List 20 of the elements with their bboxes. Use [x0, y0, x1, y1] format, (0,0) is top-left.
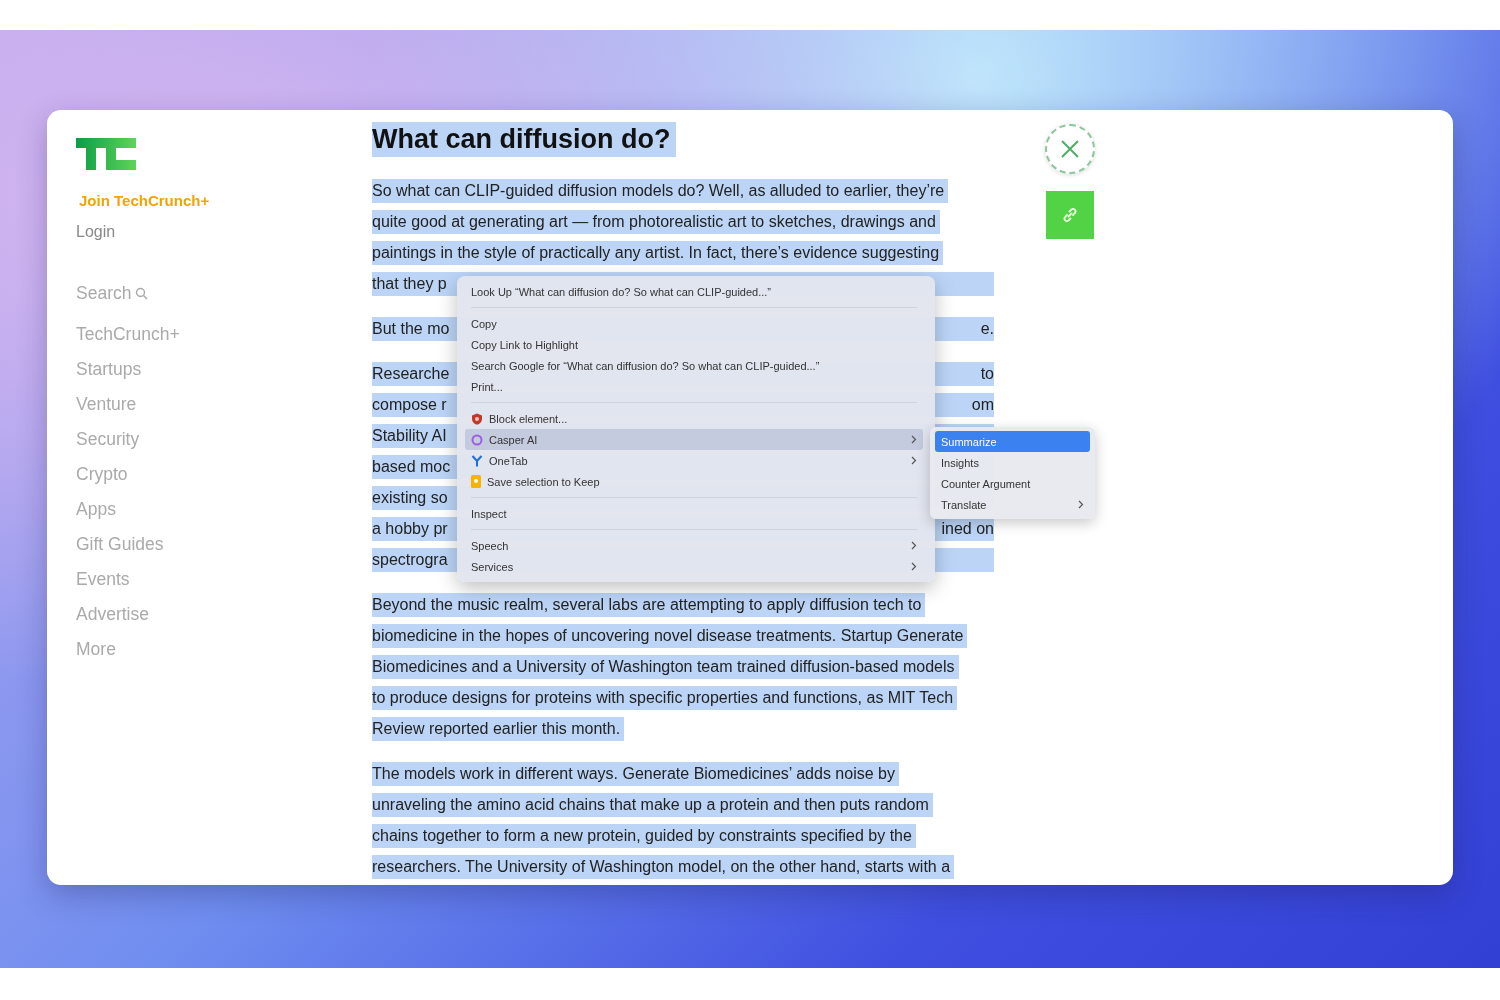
chevron-right-icon: [911, 541, 917, 550]
chevron-right-icon: [1078, 500, 1084, 509]
link-icon: [1061, 206, 1079, 224]
menu-item[interactable]: Copy: [465, 313, 923, 334]
menu-item[interactable]: Casper AI: [465, 429, 923, 450]
close-icon: [1060, 139, 1080, 159]
login-link[interactable]: Login: [76, 223, 116, 241]
note-icon: [471, 475, 481, 488]
menu-item[interactable]: Summarize: [935, 431, 1090, 452]
ring-icon: [471, 433, 483, 446]
link-button[interactable]: [1046, 191, 1094, 239]
article-heading: What can diffusion do?: [372, 122, 677, 157]
logo-icon[interactable]: [76, 138, 136, 170]
chevron-right-icon: [911, 562, 917, 571]
fork-icon: [471, 454, 483, 467]
shield-icon: [471, 412, 483, 425]
search-icon: [135, 286, 149, 300]
chevron-right-icon: [911, 435, 917, 444]
close-button[interactable]: [1045, 124, 1095, 174]
chevron-right-icon: [911, 456, 917, 465]
